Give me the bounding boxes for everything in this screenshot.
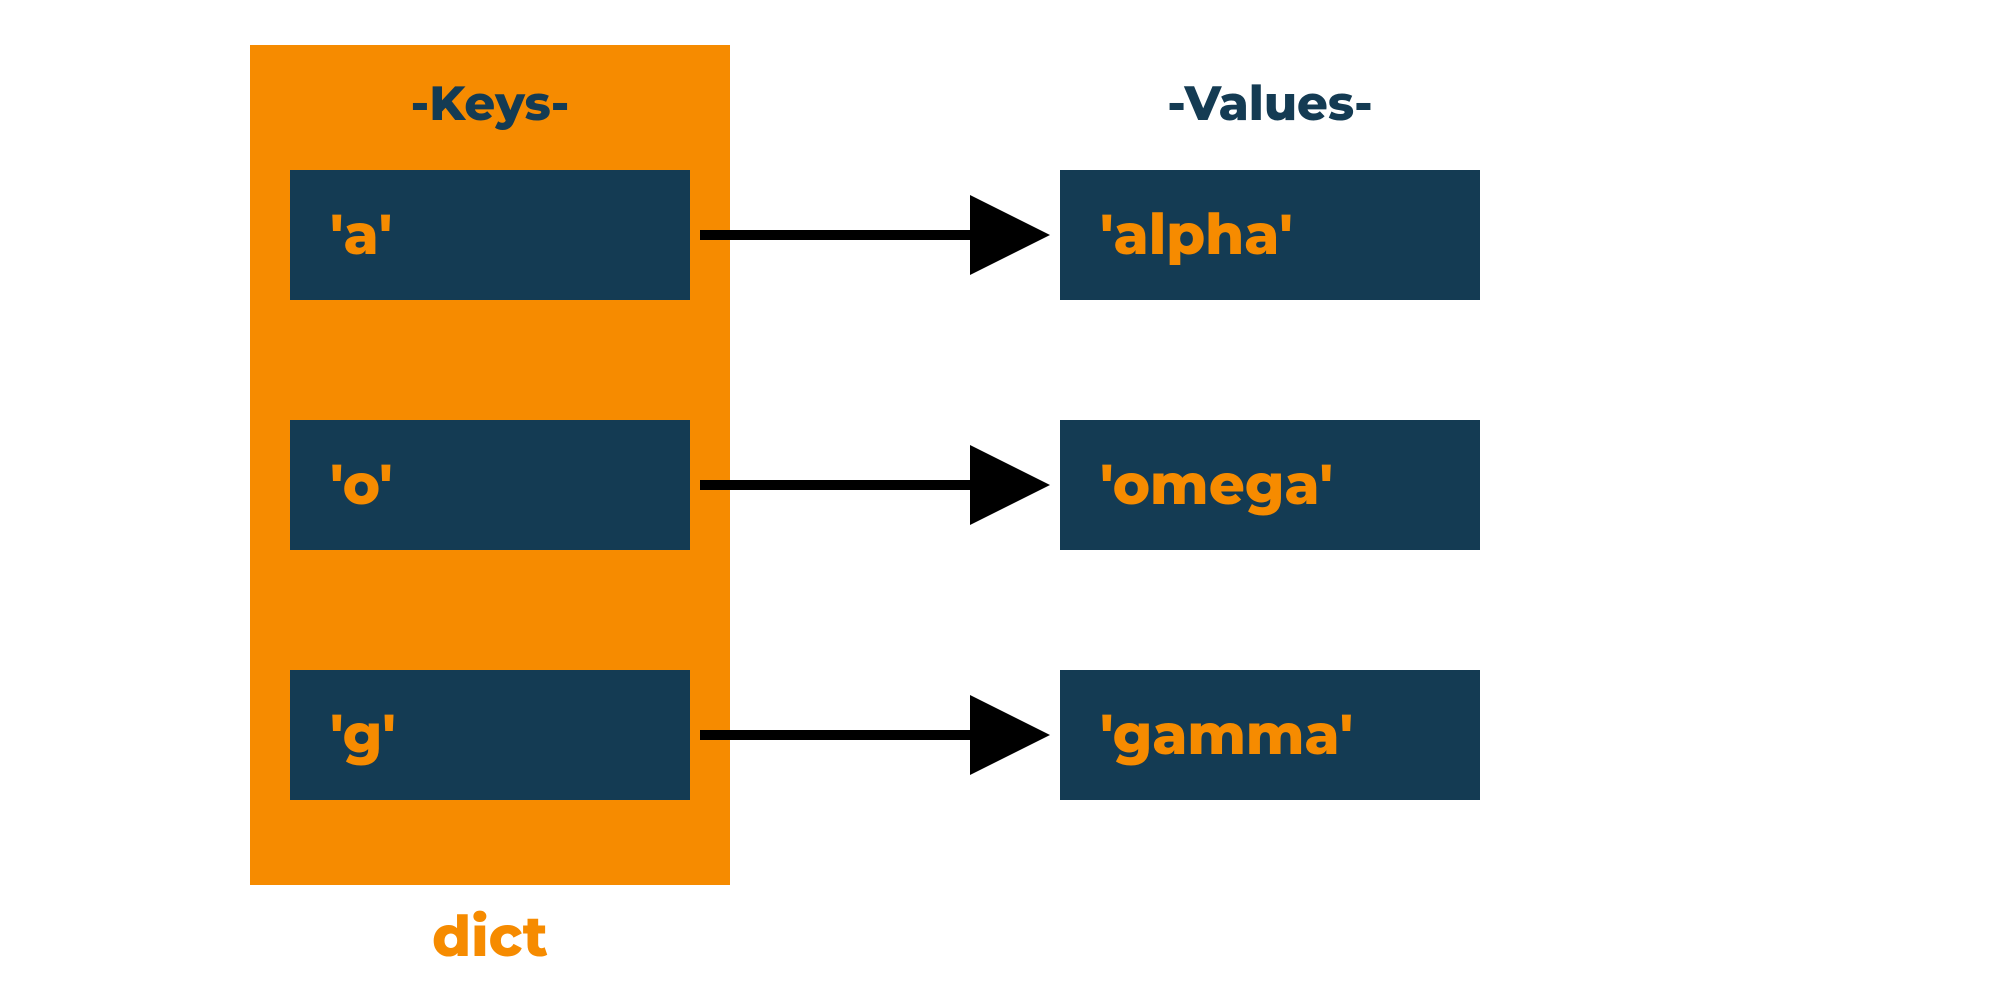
value-cell-1: 'omega': [1060, 420, 1480, 550]
dict-label: dict: [250, 903, 730, 971]
values-heading: -Values-: [1060, 75, 1480, 133]
value-cell-2: 'gamma': [1060, 670, 1480, 800]
diagram-stage: -Keys- -Values- 'a' 'alpha' 'o' 'omega' …: [0, 0, 2000, 1000]
key-cell-1: 'o': [290, 420, 690, 550]
key-cell-0: 'a': [290, 170, 690, 300]
key-cell-2: 'g': [290, 670, 690, 800]
value-cell-0: 'alpha': [1060, 170, 1480, 300]
keys-heading: -Keys-: [250, 75, 730, 133]
